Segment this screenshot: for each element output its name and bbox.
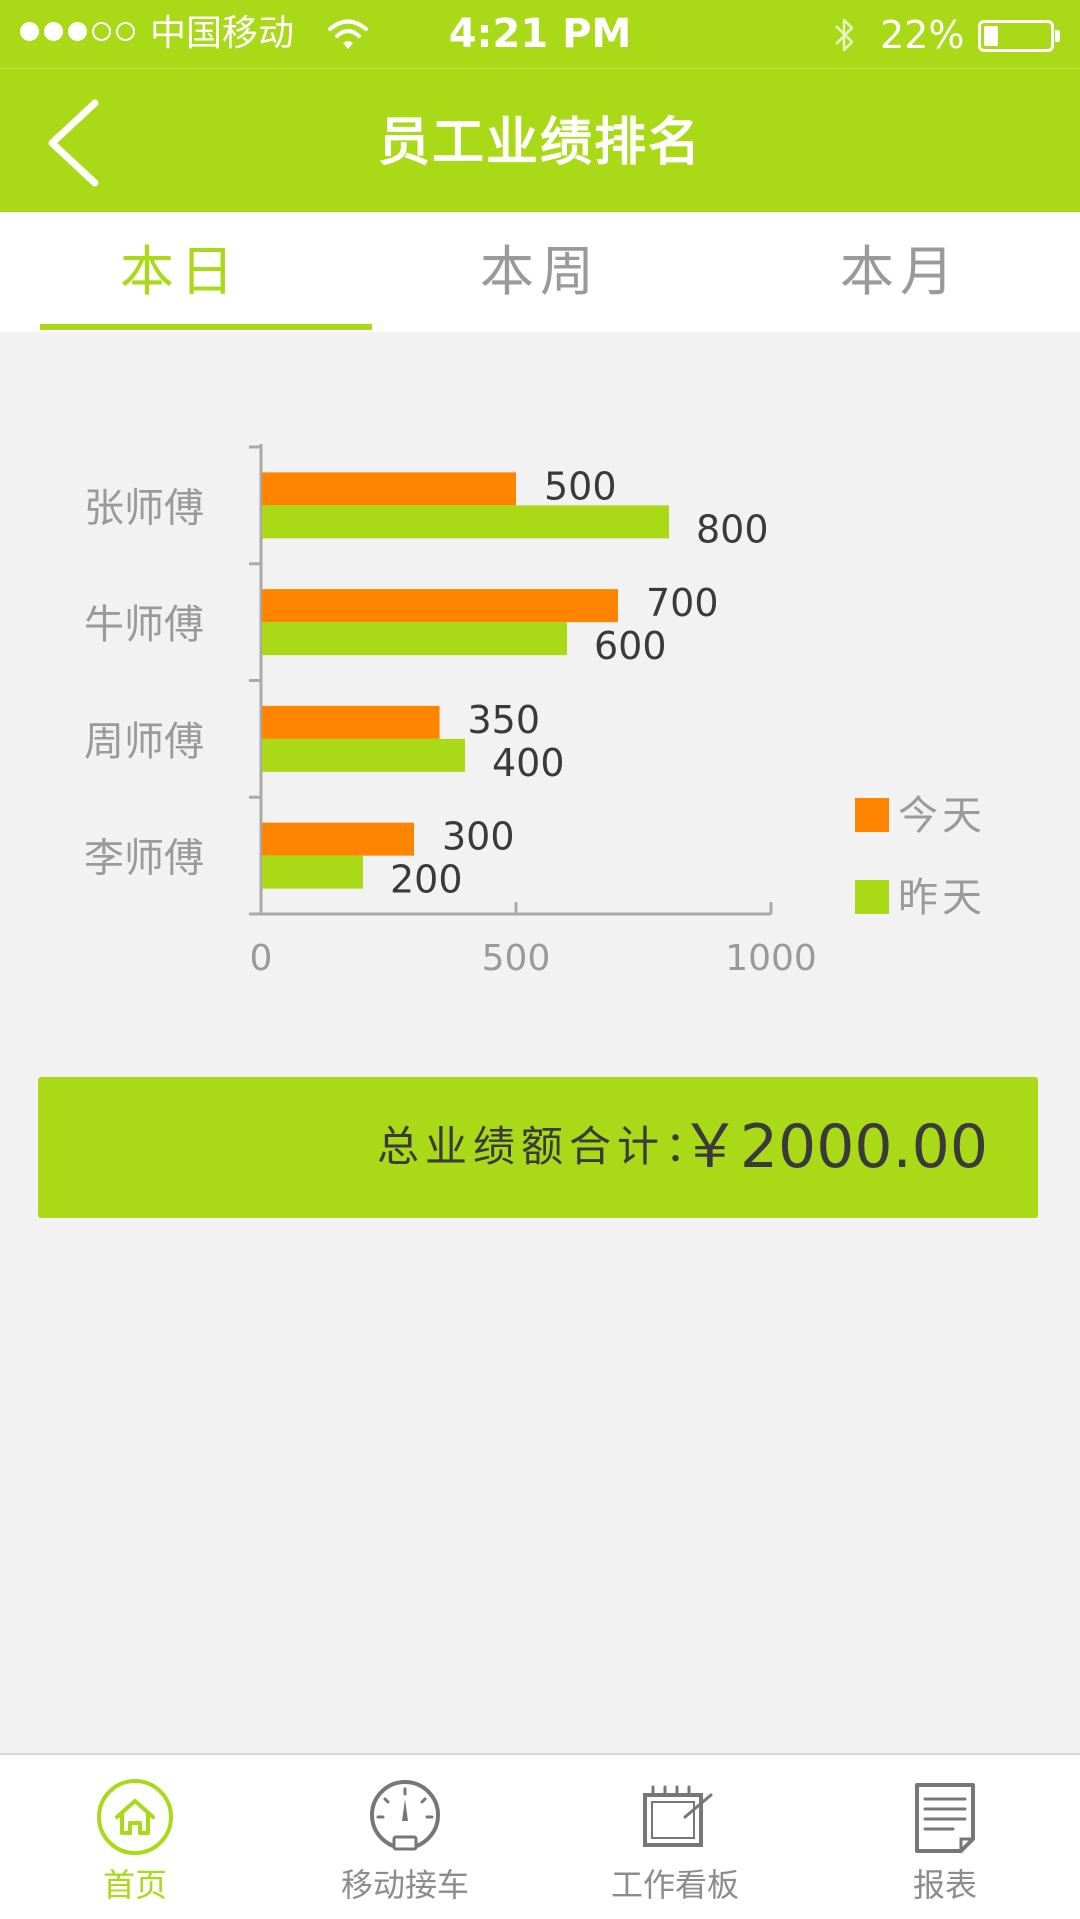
- nav-mobile-checkin[interactable]: 移动接车: [270, 1755, 540, 1919]
- data-label: 350: [468, 698, 541, 742]
- data-label: 600: [594, 624, 667, 668]
- nav-home[interactable]: 首页: [0, 1755, 270, 1919]
- header: 中国移动 4:21 PM 22% 员工业绩排名: [0, 0, 1080, 212]
- bar-yesterday: [262, 622, 567, 656]
- battery-tip: [1055, 30, 1060, 42]
- board-icon: [643, 1785, 713, 1847]
- bar-today: [262, 822, 414, 856]
- x-tick-label: 500: [482, 938, 551, 979]
- bar-chart: 0 500 1000 张师傅 500 800 牛师傅 700600 周师傅 350400 李师傅 30…: [84, 444, 986, 979]
- bar-yesterday: [262, 505, 669, 539]
- legend-label: 昨天: [898, 875, 986, 921]
- battery-icon: [978, 20, 1054, 52]
- page-title: 员工业绩排名: [377, 113, 702, 173]
- legend-swatch: [855, 880, 889, 914]
- data-label: 800: [696, 507, 769, 551]
- nav-mobile-checkin-label: 移动接车: [340, 1866, 469, 1904]
- data-label: 700: [646, 581, 719, 625]
- total-label: 总业绩额合计：: [376, 1122, 713, 1171]
- nav-home-label: 首页: [102, 1866, 167, 1904]
- category-label: 李师傅: [84, 836, 204, 882]
- nav-reports-label: 报表: [912, 1866, 977, 1904]
- x-tick-label: 0: [250, 938, 273, 979]
- status-bar: 中国移动 4:21 PM 22%: [0, 0, 1080, 69]
- bar-yesterday: [262, 855, 363, 889]
- category-label: 周师傅: [84, 719, 204, 765]
- total-performance-bar: 总业绩额合计： ￥2000.00: [38, 1077, 1038, 1218]
- legend-swatch: [855, 798, 889, 832]
- battery-percent: 22%: [880, 13, 965, 57]
- data-label: 400: [492, 741, 565, 785]
- gauge-icon: [370, 1780, 440, 1851]
- data-label: 200: [390, 858, 463, 902]
- battery-level: [984, 26, 999, 46]
- legend-label: 今天: [898, 793, 986, 839]
- nav-work-board[interactable]: 工作看板: [540, 1755, 810, 1919]
- tab-this-week[interactable]: 本周: [360, 212, 720, 332]
- report-icon: [915, 1783, 975, 1853]
- performance-chart: 0 500 1000 张师傅 500 800 牛师傅 700 600 周师傅 350 400 李师傅 30…: [0, 332, 1080, 1032]
- category-label: 牛师傅: [84, 602, 204, 648]
- bottom-nav: 首页 移动接车 工作看板 报表: [0, 1753, 1080, 1919]
- category-label: 张师傅: [84, 485, 204, 531]
- home-icon: [97, 1779, 173, 1855]
- data-label: 500: [544, 464, 617, 508]
- period-tabs: 本日 本周 本月: [0, 212, 1080, 332]
- bar-today: [262, 705, 440, 739]
- nav-reports[interactable]: 报表: [810, 1755, 1080, 1919]
- data-label: 300: [442, 815, 515, 859]
- total-value: ￥2000.00: [679, 1112, 988, 1182]
- x-tick-label: 1000: [725, 938, 817, 979]
- bar-today: [262, 472, 516, 506]
- bar-yesterday: [262, 738, 465, 772]
- tab-this-month[interactable]: 本月: [720, 212, 1080, 332]
- nav-work-board-label: 工作看板: [610, 1866, 739, 1904]
- tab-today[interactable]: 本日: [0, 212, 360, 332]
- active-tab-indicator: [40, 324, 372, 330]
- bar-today: [262, 589, 618, 623]
- bluetooth-icon: [835, 18, 854, 52]
